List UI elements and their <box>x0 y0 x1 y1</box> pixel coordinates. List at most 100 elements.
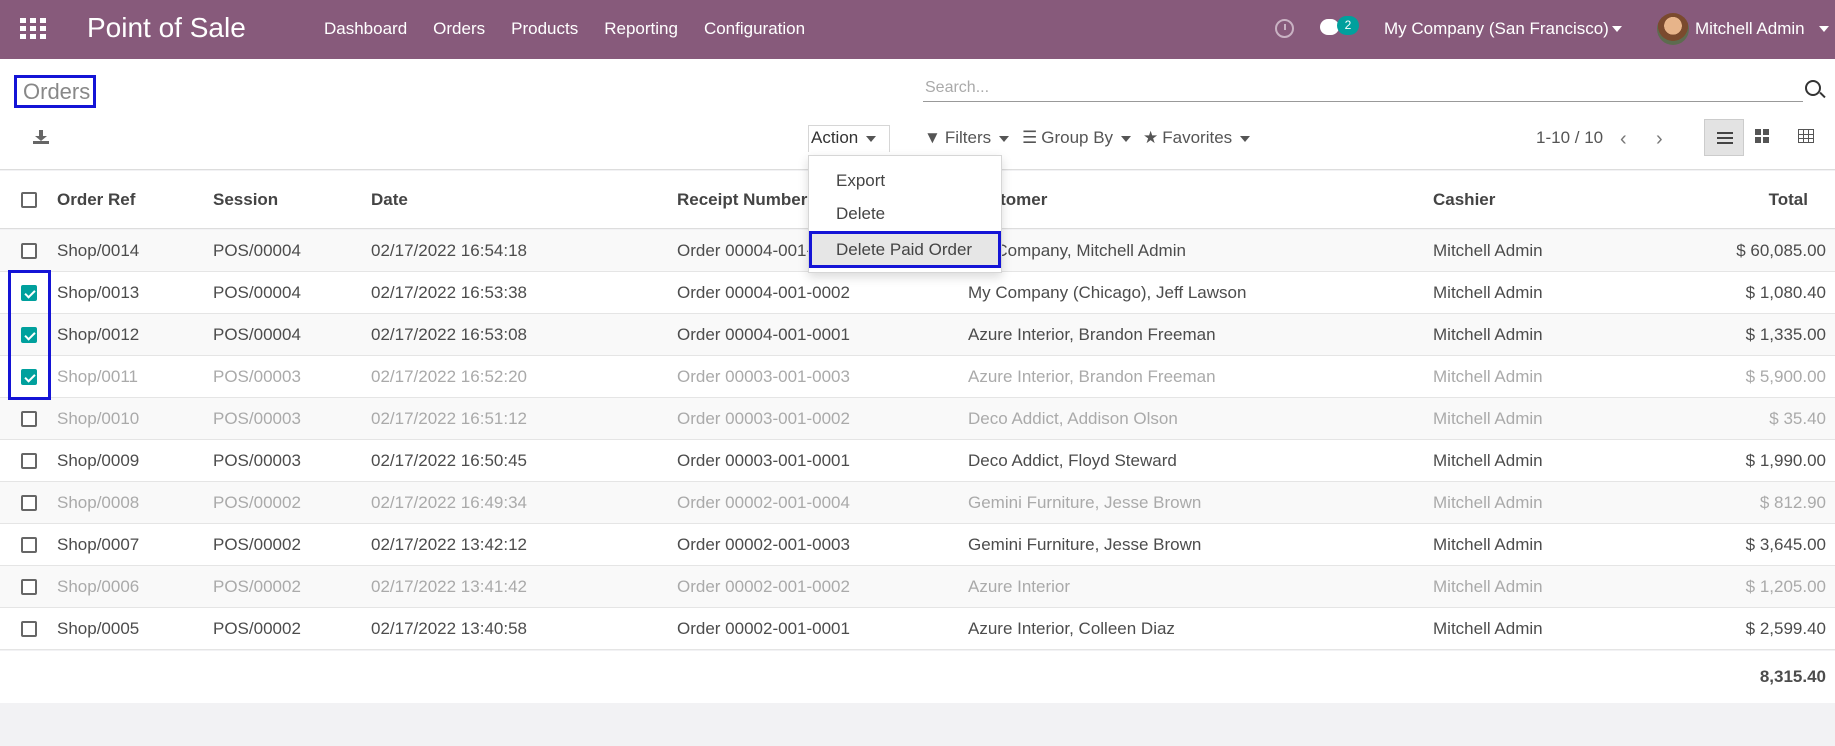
user-avatar[interactable] <box>1657 13 1689 45</box>
table-row[interactable]: Shop/0011 POS/00003 02/17/2022 16:52:20 Ord… <box>0 356 1835 398</box>
row-checkbox[interactable] <box>21 243 37 259</box>
selected-rows-highlight <box>8 270 51 400</box>
order-ref-cell: Shop/0008 <box>57 493 140 512</box>
receipt-number-cell: Order 00003-001-0003 <box>677 367 850 386</box>
menu-item-export[interactable]: Export <box>836 171 885 191</box>
chevron-left-icon[interactable]: ‹ <box>1620 128 1627 151</box>
pager-value[interactable]: 1-10 / 10 <box>1536 128 1603 148</box>
kanban-view-icon[interactable] <box>1755 129 1769 143</box>
order-ref-cell: Shop/0006 <box>57 577 140 596</box>
date-cell: 02/17/2022 16:50:45 <box>371 451 527 470</box>
app-title[interactable]: Point of Sale <box>87 12 246 44</box>
table-row[interactable]: Shop/0007 POS/00002 02/17/2022 13:42:12 Ord… <box>0 524 1835 566</box>
total-cell: $ 2,599.40 <box>1745 619 1826 638</box>
menu-reporting[interactable]: Reporting <box>604 19 678 39</box>
table-row[interactable]: Shop/0006 POS/00002 02/17/2022 13:41:42 Ord… <box>0 566 1835 608</box>
customer-cell: Azure Interior, Brandon Freeman <box>968 367 1216 386</box>
date-cell: 02/17/2022 16:53:08 <box>371 325 527 344</box>
order-ref-cell: Shop/0013 <box>57 283 140 302</box>
date-cell: 02/17/2022 16:53:38 <box>371 283 527 302</box>
table-row[interactable]: Shop/0009 POS/00003 02/17/2022 16:50:45 Ord… <box>0 440 1835 482</box>
date-cell: 02/17/2022 16:49:34 <box>371 493 527 512</box>
header-cashier[interactable]: Cashier <box>1433 190 1495 210</box>
session-cell: POS/00004 <box>213 325 301 344</box>
header-date[interactable]: Date <box>371 190 408 210</box>
caret-down-icon[interactable] <box>1612 26 1622 32</box>
customer-cell: Deco Addict, Addison Olson <box>968 409 1178 428</box>
menu-configuration[interactable]: Configuration <box>704 19 805 39</box>
cashier-cell: Mitchell Admin <box>1433 451 1543 470</box>
total-cell: $ 1,990.00 <box>1745 451 1826 470</box>
search-icon[interactable] <box>1805 80 1821 96</box>
customer-cell: Azure Interior, Colleen Diaz <box>968 619 1175 638</box>
session-cell: POS/00003 <box>213 367 301 386</box>
table-row[interactable]: Shop/0012 POS/00004 02/17/2022 16:53:08 Ord… <box>0 314 1835 356</box>
total-cell: $ 1,080.40 <box>1745 283 1826 302</box>
groupby-button[interactable]: ☰ Group By <box>1022 128 1132 148</box>
session-cell: POS/00002 <box>213 535 301 554</box>
customer-cell: Azure Interior, Brandon Freeman <box>968 325 1216 344</box>
caret-down-icon[interactable] <box>1819 26 1829 32</box>
apps-menu-icon[interactable] <box>20 18 46 40</box>
order-ref-cell: Shop/0009 <box>57 451 140 470</box>
customer-cell: Gemini Furniture, Jesse Brown <box>968 535 1202 554</box>
cashier-cell: Mitchell Admin <box>1433 493 1543 512</box>
filters-label: Filters <box>944 128 992 147</box>
session-cell: POS/00004 <box>213 241 301 260</box>
session-cell: POS/00003 <box>213 451 301 470</box>
chevron-right-icon[interactable]: › <box>1656 128 1663 151</box>
order-ref-cell: Shop/0007 <box>57 535 140 554</box>
filters-button[interactable]: ▼ Filters <box>924 128 1010 148</box>
menu-item-delete-paid-order-highlight[interactable]: Delete Paid Order <box>809 231 1001 268</box>
filter-icon: ▼ <box>924 128 941 147</box>
table-row[interactable]: Shop/0005 POS/00002 02/17/2022 13:40:58 Ord… <box>0 608 1835 650</box>
table-row[interactable]: Shop/0013 POS/00004 02/17/2022 16:53:38 Ord… <box>0 272 1835 314</box>
order-ref-cell: Shop/0011 <box>57 367 138 386</box>
session-cell: POS/00002 <box>213 577 301 596</box>
table-row[interactable]: Shop/0010 POS/00003 02/17/2022 16:51:12 Ord… <box>0 398 1835 440</box>
groupby-label: Group By <box>1041 128 1114 147</box>
star-icon: ★ <box>1143 128 1159 147</box>
top-menu: Dashboard Orders Products Reporting Conf… <box>324 19 831 39</box>
row-checkbox[interactable] <box>21 621 37 637</box>
receipt-number-cell: Order 00002-001-0003 <box>677 535 850 554</box>
search-input[interactable] <box>923 74 1803 102</box>
cashier-cell: Mitchell Admin <box>1433 325 1543 344</box>
activity-clock-icon[interactable] <box>1275 19 1294 38</box>
session-cell: POS/00003 <box>213 409 301 428</box>
menu-orders[interactable]: Orders <box>433 19 485 39</box>
pivot-view-icon[interactable] <box>1798 129 1814 143</box>
list-view-icon[interactable] <box>1704 119 1744 156</box>
menu-item-delete[interactable]: Delete <box>836 204 885 224</box>
receipt-number-cell: Order 00003-001-0002 <box>677 409 850 428</box>
favorites-label: Favorites <box>1162 128 1233 147</box>
row-checkbox[interactable] <box>21 453 37 469</box>
row-checkbox[interactable] <box>21 579 37 595</box>
date-cell: 02/17/2022 13:42:12 <box>371 535 527 554</box>
menu-dashboard[interactable]: Dashboard <box>324 19 407 39</box>
action-button[interactable]: Action <box>808 125 890 152</box>
order-ref-cell: Shop/0010 <box>57 409 140 428</box>
select-all-checkbox[interactable] <box>21 192 37 208</box>
header-order-ref[interactable]: Order Ref <box>57 190 135 210</box>
user-menu[interactable]: Mitchell Admin <box>1695 19 1805 39</box>
date-cell: 02/17/2022 13:41:42 <box>371 577 527 596</box>
download-icon[interactable] <box>33 130 49 144</box>
caret-down-icon <box>1121 135 1132 142</box>
table-row[interactable]: Shop/0008 POS/00002 02/17/2022 16:49:34 Ord… <box>0 482 1835 524</box>
menu-item-delete-paid-order[interactable]: Delete Paid Order <box>836 240 972 260</box>
header-total[interactable]: Total <box>1700 190 1808 210</box>
company-switcher[interactable]: My Company (San Francisco) <box>1384 19 1609 39</box>
session-cell: POS/00002 <box>213 619 301 638</box>
customer-cell: Deco Addict, Floyd Steward <box>968 451 1177 470</box>
row-checkbox[interactable] <box>21 411 37 427</box>
header-receipt-number[interactable]: Receipt Number <box>677 190 807 210</box>
caret-down-icon <box>1240 135 1251 142</box>
row-checkbox[interactable] <box>21 495 37 511</box>
total-cell: $ 60,085.00 <box>1736 241 1826 260</box>
menu-products[interactable]: Products <box>511 19 578 39</box>
header-session[interactable]: Session <box>213 190 278 210</box>
row-checkbox[interactable] <box>21 537 37 553</box>
caret-down-icon <box>866 135 877 142</box>
favorites-button[interactable]: ★ Favorites <box>1143 128 1251 148</box>
